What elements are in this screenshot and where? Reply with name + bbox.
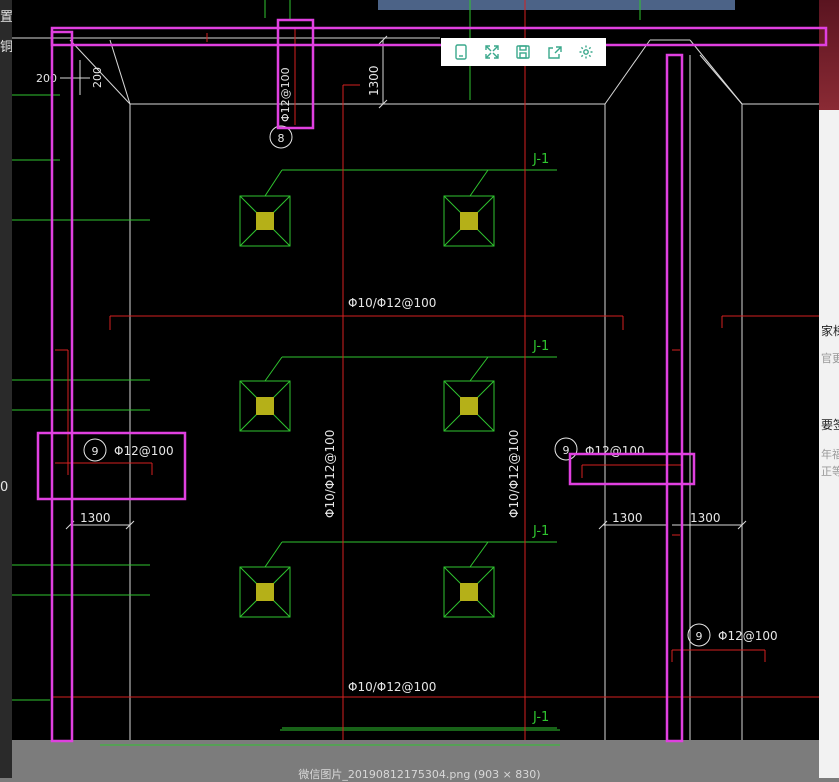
mesh-label-v1: Φ10/Φ12@100 bbox=[323, 430, 337, 518]
callout-circles bbox=[83, 125, 711, 647]
footing-tag-1: J-1 bbox=[532, 152, 549, 167]
footing-tag-3: J-1 bbox=[532, 524, 549, 539]
rebar-left-label: Φ12@100 bbox=[114, 444, 174, 458]
circle-9-right-label: 9 bbox=[696, 630, 703, 643]
fullscreen-icon[interactable] bbox=[481, 41, 503, 63]
footing-tag-4: J-1 bbox=[532, 710, 549, 725]
save-icon[interactable] bbox=[512, 41, 534, 63]
dim-1300-top: 1300 bbox=[367, 65, 381, 96]
image-caption: 微信图片_20190812175304.png (903 × 830) bbox=[298, 768, 541, 781]
mesh-label-1: Φ10/Φ12@100 bbox=[348, 296, 436, 310]
footing-tags: J-1 J-1 J-1 J-1 bbox=[532, 152, 549, 725]
mesh-label-v2: Φ10/Φ12@100 bbox=[507, 430, 521, 518]
footings bbox=[239, 195, 495, 618]
circle-8-label: 8 bbox=[278, 132, 285, 145]
tablet-icon[interactable] bbox=[450, 41, 472, 63]
rebar-right-label: Φ12@100 bbox=[718, 629, 778, 643]
rebar-mid-label: Φ12@100 bbox=[585, 444, 645, 458]
footing-tag-2: J-1 bbox=[532, 339, 549, 354]
cad-drawing: 200 200 1300 Φ12@100 8 9 Φ12@100 9 Φ12@1… bbox=[12, 0, 828, 778]
footing-1 bbox=[239, 195, 291, 247]
footing-5 bbox=[239, 566, 291, 618]
rebar-green-lines bbox=[12, 0, 641, 746]
highlight-boxes bbox=[36, 18, 828, 743]
viewer-toolbar bbox=[441, 38, 606, 66]
dim-1300-left: 1300 bbox=[80, 511, 111, 525]
dim-1300-mid: 1300 bbox=[612, 511, 643, 525]
settings-icon[interactable] bbox=[575, 41, 597, 63]
highlight-left-column bbox=[50, 30, 74, 743]
circle-9-mid-label: 9 bbox=[563, 444, 570, 457]
rebar-top-label: Φ12@100 bbox=[279, 67, 292, 122]
footing-6 bbox=[443, 566, 495, 618]
rebar-red-lines bbox=[52, 0, 819, 740]
highlight-left-callout bbox=[36, 431, 187, 501]
mesh-label-2: Φ10/Φ12@100 bbox=[348, 680, 436, 694]
highlight-top-bar bbox=[50, 26, 828, 47]
highlight-mid-callout bbox=[568, 452, 696, 486]
dim-1300-right: 1300 bbox=[690, 511, 721, 525]
dim-200-b: 200 bbox=[91, 67, 104, 88]
footing-2 bbox=[443, 195, 495, 247]
highlight-right-column bbox=[665, 53, 684, 743]
share-icon[interactable] bbox=[544, 41, 566, 63]
circle-9-left-label: 9 bbox=[92, 445, 99, 458]
dim-200-a: 200 bbox=[36, 72, 57, 85]
footing-4 bbox=[443, 380, 495, 432]
footing-3 bbox=[239, 380, 291, 432]
